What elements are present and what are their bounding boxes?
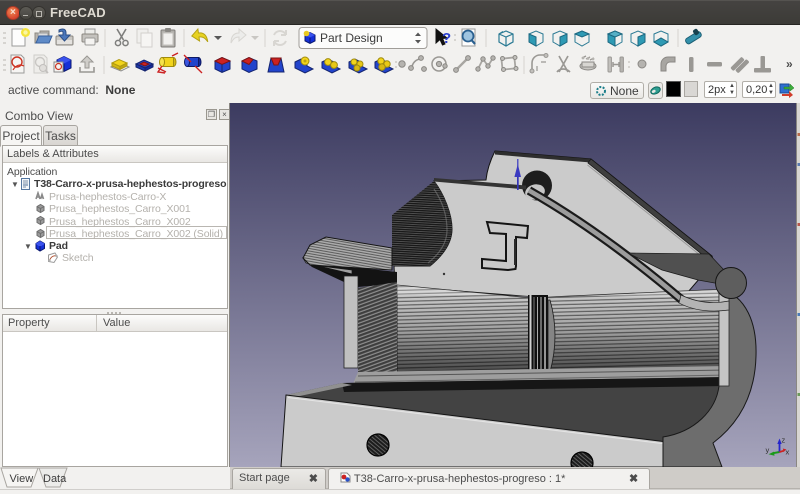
svg-text:y: y [766, 446, 770, 455]
svg-text:z: z [782, 436, 786, 445]
svg-text:x: x [786, 448, 790, 457]
svg-text:»: » [786, 57, 793, 71]
svg-text:View: View [10, 473, 34, 485]
svg-text:Part Design: Part Design [320, 31, 383, 45]
svg-text:?: ? [442, 30, 451, 47]
svg-text:Data: Data [43, 473, 67, 485]
